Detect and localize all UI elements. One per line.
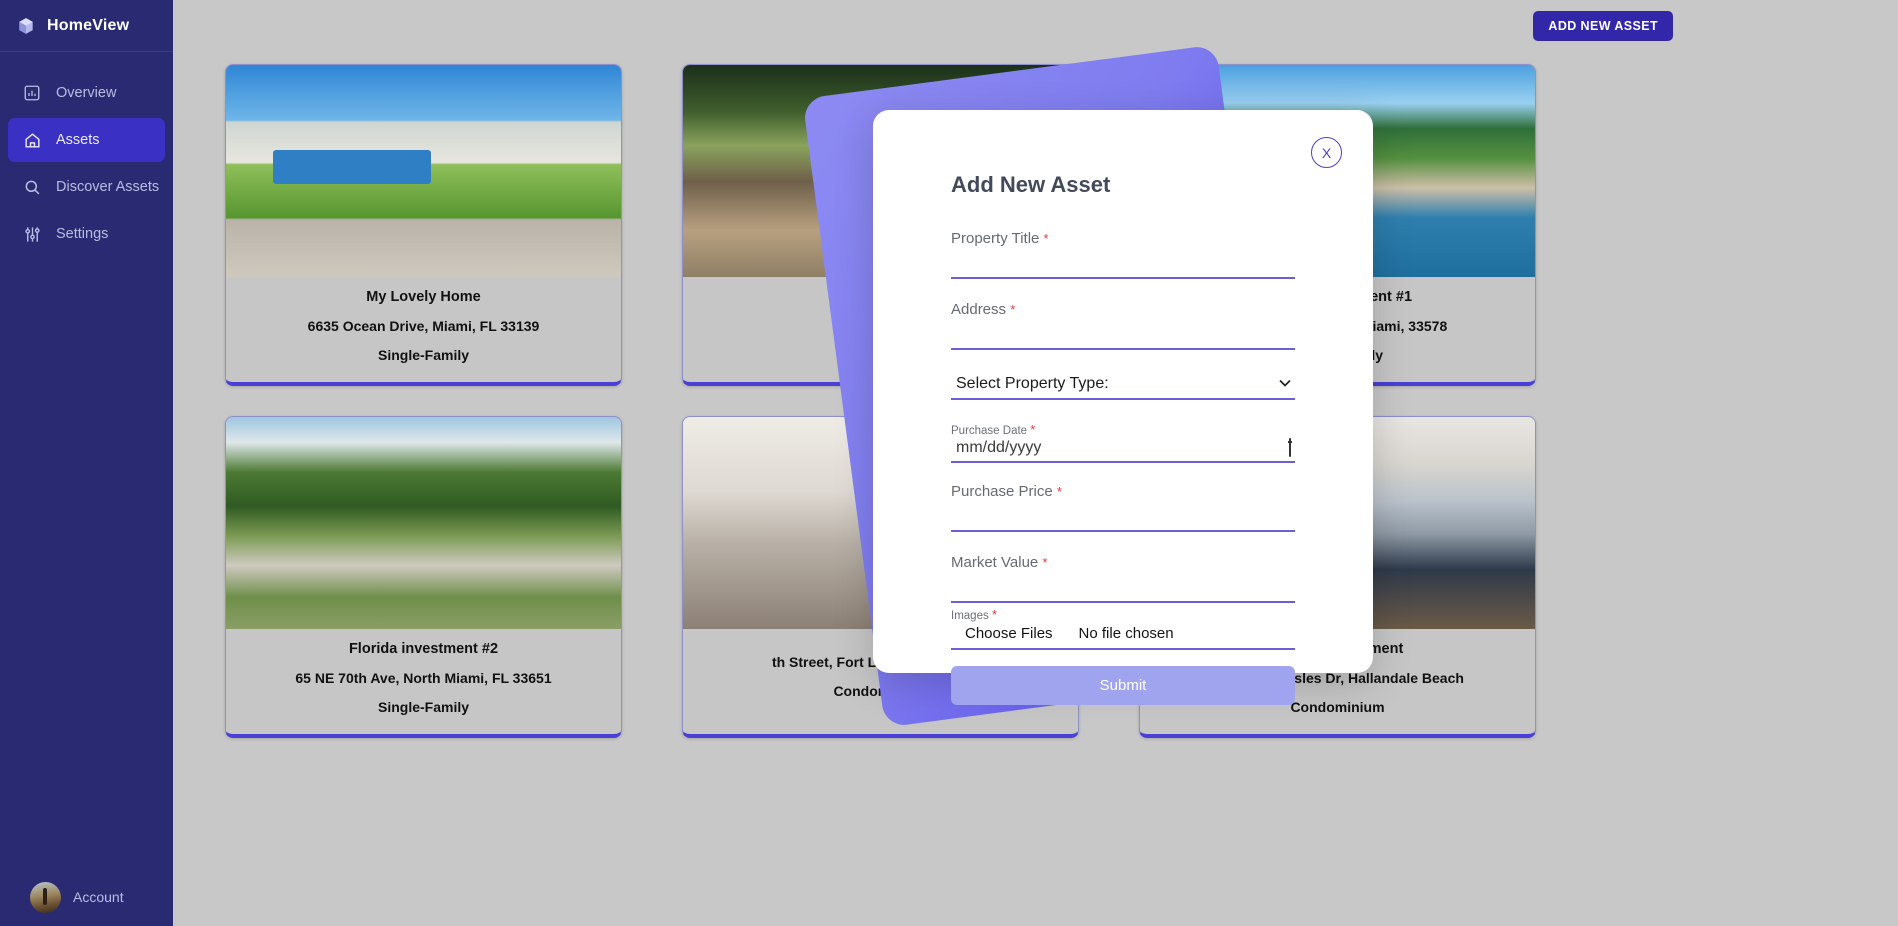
address-field[interactable]: Address * xyxy=(951,301,1295,350)
calendar-icon[interactable] xyxy=(1289,438,1291,457)
brand[interactable]: HomeView xyxy=(0,0,173,52)
sliders-icon xyxy=(22,224,42,244)
required-mark: * xyxy=(1042,555,1048,570)
file-status-text: No file chosen xyxy=(1078,625,1174,642)
account-section[interactable]: Account xyxy=(0,868,173,926)
home-icon xyxy=(22,130,42,150)
sidebar-item-label: Overview xyxy=(56,85,117,101)
address-label: Address * xyxy=(951,301,1016,318)
purchase-price-input[interactable] xyxy=(951,504,1295,532)
sidebar-item-assets[interactable]: Assets xyxy=(8,118,165,162)
sidebar-item-overview[interactable]: Overview xyxy=(8,71,165,115)
images-field[interactable]: Images * Choose Files No file chosen xyxy=(951,607,1295,650)
account-label: Account xyxy=(73,889,124,905)
images-label: Images * xyxy=(951,607,997,622)
chevron-down-icon xyxy=(1279,378,1291,390)
sidebar-item-label: Discover Assets xyxy=(56,179,160,195)
add-asset-modal: X Add New Asset Property Title * Address… xyxy=(873,110,1373,705)
sidebar-item-label: Settings xyxy=(56,226,109,242)
address-input[interactable] xyxy=(951,322,1295,350)
app-root: HomeView Overview Assets Discover Assets… xyxy=(0,0,1898,926)
purchase-price-field[interactable]: Purchase Price * xyxy=(951,483,1295,532)
sidebar: HomeView Overview Assets Discover Assets… xyxy=(0,0,173,926)
sidebar-item-label: Assets xyxy=(56,132,100,148)
required-mark: * xyxy=(991,607,997,622)
property-type-field[interactable]: Select Property Type: xyxy=(951,372,1295,400)
purchase-date-placeholder: mm/dd/yyyy xyxy=(956,439,1042,456)
property-type-selected: Select Property Type: xyxy=(956,375,1109,392)
images-file-input[interactable]: Choose Files No file chosen xyxy=(951,623,1295,650)
bar-chart-icon xyxy=(22,83,42,103)
cube-icon xyxy=(16,16,36,36)
modal-title: Add New Asset xyxy=(951,172,1111,197)
choose-files-button[interactable]: Choose Files xyxy=(965,625,1053,642)
property-type-select[interactable]: Select Property Type: xyxy=(951,372,1295,400)
market-value-input[interactable] xyxy=(951,575,1295,603)
required-mark: * xyxy=(1056,484,1062,499)
purchase-date-input[interactable]: mm/dd/yyyy xyxy=(951,438,1295,463)
purchase-date-label: Purchase Date * xyxy=(951,422,1036,437)
close-icon[interactable]: X xyxy=(1311,137,1342,168)
sidebar-item-settings[interactable]: Settings xyxy=(8,212,165,256)
main-content: ADD NEW ASSET My Lovely Home 6635 Ocean … xyxy=(173,0,1898,926)
required-mark: * xyxy=(1010,302,1016,317)
purchase-date-field[interactable]: Purchase Date * mm/dd/yyyy xyxy=(951,422,1295,463)
sidebar-item-discover-assets[interactable]: Discover Assets xyxy=(8,165,165,209)
market-value-field[interactable]: Market Value * xyxy=(951,554,1295,603)
required-mark: * xyxy=(1043,231,1049,246)
market-value-label: Market Value * xyxy=(951,554,1048,571)
required-mark: * xyxy=(1030,422,1036,437)
brand-name: HomeView xyxy=(47,16,130,34)
property-title-field[interactable]: Property Title * xyxy=(951,230,1295,279)
property-title-input[interactable] xyxy=(951,251,1295,279)
sidebar-nav: Overview Assets Discover Assets Settings xyxy=(0,52,173,256)
search-icon xyxy=(22,177,42,197)
purchase-price-label: Purchase Price * xyxy=(951,483,1062,500)
submit-button[interactable]: Submit xyxy=(951,666,1295,705)
property-title-label: Property Title * xyxy=(951,230,1049,247)
avatar xyxy=(30,881,61,913)
modal-overlay: X Add New Asset Property Title * Address… xyxy=(173,0,1898,926)
